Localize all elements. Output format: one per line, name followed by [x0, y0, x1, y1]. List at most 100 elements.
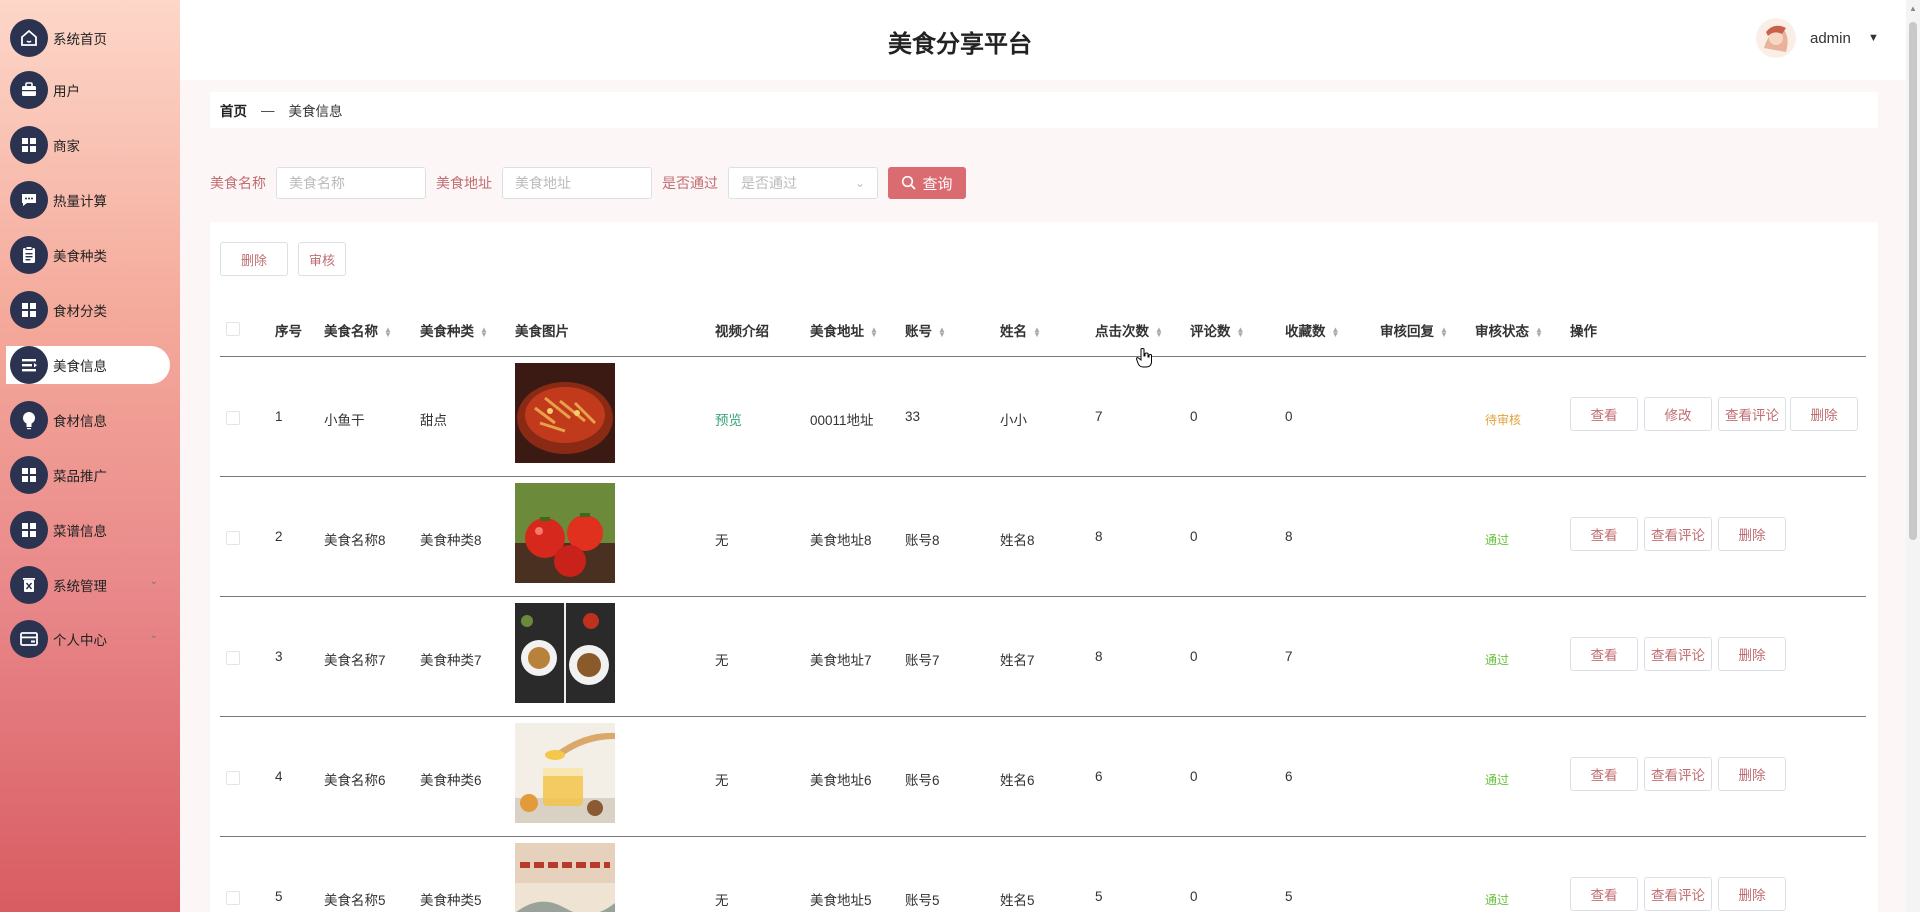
cell-favorites: 7: [1285, 649, 1293, 664]
status-badge: 通过: [1485, 653, 1510, 667]
cell-video: 无: [715, 773, 729, 788]
sort-icon: ▲ ▼: [480, 325, 488, 340]
food-image[interactable]: [515, 843, 615, 912]
th-video: 视频介绍: [715, 324, 769, 339]
sidebar-item-label: 用户: [53, 84, 80, 99]
edit-button[interactable]: 修改: [1644, 397, 1712, 431]
th-ops: 操作: [1570, 324, 1597, 339]
view-comments-button[interactable]: 查看评论: [1718, 397, 1786, 431]
sort-icon: ▲ ▼: [1155, 325, 1163, 340]
sidebar-item-recipe-info[interactable]: 菜谱信息: [0, 508, 180, 552]
cell-name: 美食名称7: [324, 653, 386, 668]
row-checkbox[interactable]: [226, 531, 240, 545]
sidebar-item-home[interactable]: 系统首页: [0, 16, 180, 60]
th-category[interactable]: 美食种类 ▲ ▼: [420, 320, 488, 340]
breadcrumb-separator: —: [261, 102, 275, 118]
delete-button[interactable]: 删除: [1790, 397, 1858, 431]
search-button[interactable]: 查询: [888, 167, 966, 199]
view-button[interactable]: 查看: [1570, 877, 1638, 911]
cell-clicks: 5: [1095, 889, 1103, 904]
breadcrumb-current: 美食信息: [288, 104, 343, 119]
view-button[interactable]: 查看: [1570, 637, 1638, 671]
view-comments-button[interactable]: 查看评论: [1644, 877, 1712, 911]
sort-icon: ▲ ▼: [1440, 325, 1448, 340]
row-checkbox[interactable]: [226, 651, 240, 665]
scroll-up-icon[interactable]: ▲: [1909, 4, 1917, 13]
cell-person: 小小: [1000, 413, 1027, 428]
food-image[interactable]: [515, 483, 615, 583]
scrollbar-thumb[interactable]: [1909, 22, 1917, 540]
page-scrollbar[interactable]: ▲: [1906, 0, 1920, 912]
row-checkbox[interactable]: [226, 411, 240, 425]
grid-icon: [10, 126, 48, 164]
food-name-input[interactable]: [276, 167, 426, 199]
avatar[interactable]: [1756, 18, 1796, 58]
select-all-checkbox[interactable]: [226, 322, 240, 336]
user-name[interactable]: admin: [1810, 30, 1851, 47]
cell-person: 姓名8: [1000, 533, 1035, 548]
sidebar-item-calorie[interactable]: 热量计算: [0, 178, 180, 222]
review-button[interactable]: 审核: [298, 242, 346, 276]
hand-cursor-icon: [1135, 348, 1152, 371]
video-preview-link[interactable]: 预览: [715, 409, 742, 429]
th-status[interactable]: 审核状态 ▲ ▼: [1475, 320, 1543, 340]
th-account[interactable]: 账号 ▲ ▼: [905, 320, 946, 340]
th-person[interactable]: 姓名 ▲ ▼: [1000, 320, 1041, 340]
cell-person: 姓名7: [1000, 653, 1035, 668]
bulb-icon: [10, 401, 48, 439]
sidebar-item-label: 美食信息: [53, 359, 107, 374]
sidebar-item-label: 系统首页: [53, 32, 107, 47]
cell-address: 美食地址6: [810, 773, 872, 788]
sidebar-item-personal-center[interactable]: 个人中心 ⌄: [0, 617, 180, 661]
view-button[interactable]: 查看: [1570, 757, 1638, 791]
sidebar-item-label: 食材信息: [53, 414, 107, 429]
sidebar-item-ingredient-info[interactable]: 食材信息: [0, 398, 180, 442]
th-favorites[interactable]: 收藏数 ▲ ▼: [1285, 320, 1339, 340]
delete-button[interactable]: 删除: [1718, 517, 1786, 551]
sidebar-item-system-management[interactable]: 系统管理 ⌄: [0, 563, 180, 607]
row-checkbox[interactable]: [226, 771, 240, 785]
bulk-delete-button[interactable]: 删除: [220, 242, 288, 276]
cell-address: 美食地址7: [810, 653, 872, 668]
delete-button[interactable]: 删除: [1718, 757, 1786, 791]
delete-button[interactable]: 删除: [1718, 877, 1786, 911]
cell-name: 小鱼干: [324, 413, 365, 428]
th-comments[interactable]: 评论数 ▲ ▼: [1190, 320, 1244, 340]
cell-category: 甜点: [420, 413, 447, 428]
cell-favorites: 6: [1285, 769, 1293, 784]
cell-clicks: 8: [1095, 649, 1103, 664]
view-comments-button[interactable]: 查看评论: [1644, 757, 1712, 791]
view-comments-button[interactable]: 查看评论: [1644, 517, 1712, 551]
breadcrumb-home[interactable]: 首页: [220, 100, 247, 120]
food-image[interactable]: [515, 603, 615, 703]
view-button[interactable]: 查看: [1570, 517, 1638, 551]
th-clicks[interactable]: 点击次数 ▲ ▼: [1095, 320, 1163, 340]
view-button[interactable]: 查看: [1570, 397, 1638, 431]
divider: [220, 836, 1866, 837]
row-checkbox[interactable]: [226, 891, 240, 905]
caret-down-icon[interactable]: ▼: [1868, 32, 1879, 44]
delete-button[interactable]: 删除: [1718, 637, 1786, 671]
passed-select[interactable]: 是否通过 ⌄: [728, 167, 878, 199]
cell-comments: 0: [1190, 529, 1198, 544]
food-address-input[interactable]: [502, 167, 652, 199]
sidebar-item-food-category[interactable]: 美食种类: [0, 233, 180, 277]
cell-address: 美食地址8: [810, 533, 872, 548]
sidebar-item-merchants[interactable]: 商家: [0, 123, 180, 167]
passed-label: 是否通过: [662, 175, 718, 191]
sidebar-item-users[interactable]: 用户: [0, 68, 180, 112]
sidebar-item-ingredient-category[interactable]: 食材分类: [0, 288, 180, 332]
sidebar-item-dish-promotion[interactable]: 菜品推广: [0, 453, 180, 497]
th-reply[interactable]: 审核回复 ▲ ▼: [1380, 320, 1448, 340]
view-comments-button[interactable]: 查看评论: [1644, 637, 1712, 671]
grid-icon: [10, 456, 48, 494]
food-address-label: 美食地址: [436, 175, 492, 191]
cell-index: 5: [275, 889, 283, 904]
cell-comments: 0: [1190, 409, 1198, 424]
chat-icon: [10, 181, 48, 219]
food-image[interactable]: [515, 363, 615, 463]
food-image[interactable]: [515, 723, 615, 823]
th-name[interactable]: 美食名称 ▲ ▼: [324, 320, 392, 340]
sidebar-item-food-info[interactable]: 美食信息: [0, 343, 180, 387]
th-address[interactable]: 美食地址 ▲ ▼: [810, 320, 878, 340]
